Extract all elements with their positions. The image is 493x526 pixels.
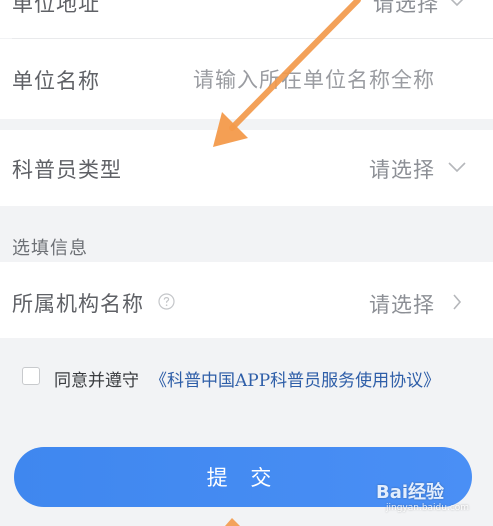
- volunteer-type-row[interactable]: 科普员类型 请选择: [0, 130, 493, 206]
- volunteer-type-select-value[interactable]: 请选择: [369, 154, 435, 184]
- chevron-down-icon[interactable]: [445, 0, 469, 13]
- chevron-down-icon[interactable]: [445, 155, 469, 179]
- address-row[interactable]: 单位地址 请选择: [0, 0, 493, 38]
- address-select-value[interactable]: 请选择: [373, 0, 439, 18]
- watermark-brand: Bai经验: [376, 482, 445, 503]
- agreement-row: 同意并遵守 《科普中国APP科普员服务使用协议》: [22, 362, 482, 392]
- organization-select-value[interactable]: 请选择: [369, 289, 435, 319]
- agreement-checkbox[interactable]: [22, 367, 40, 385]
- help-icon[interactable]: [158, 293, 175, 310]
- agreement-prefix: 同意并遵守: [54, 371, 139, 391]
- watermark-url: jingyan.baidu.com: [386, 503, 470, 513]
- optional-section-title: 选填信息: [12, 238, 88, 259]
- baidu-jingyan-watermark: Bai经验 jingyan.baidu.com: [376, 478, 486, 522]
- organization-label: 所属机构名称: [12, 292, 144, 316]
- agreement-link[interactable]: 《科普中国APP科普员服务使用协议》: [150, 366, 440, 391]
- unit-name-row: 单位名称 请输入所在单位名称全称: [0, 39, 493, 119]
- unit-name-label: 单位名称: [12, 69, 100, 93]
- chevron-right-icon[interactable]: [445, 290, 469, 314]
- unit-name-input[interactable]: 请输入所在单位名称全称: [193, 64, 435, 94]
- volunteer-type-label: 科普员类型: [12, 158, 122, 182]
- address-label: 单位地址: [12, 0, 100, 16]
- organization-row[interactable]: 所属机构名称 请选择: [0, 262, 493, 338]
